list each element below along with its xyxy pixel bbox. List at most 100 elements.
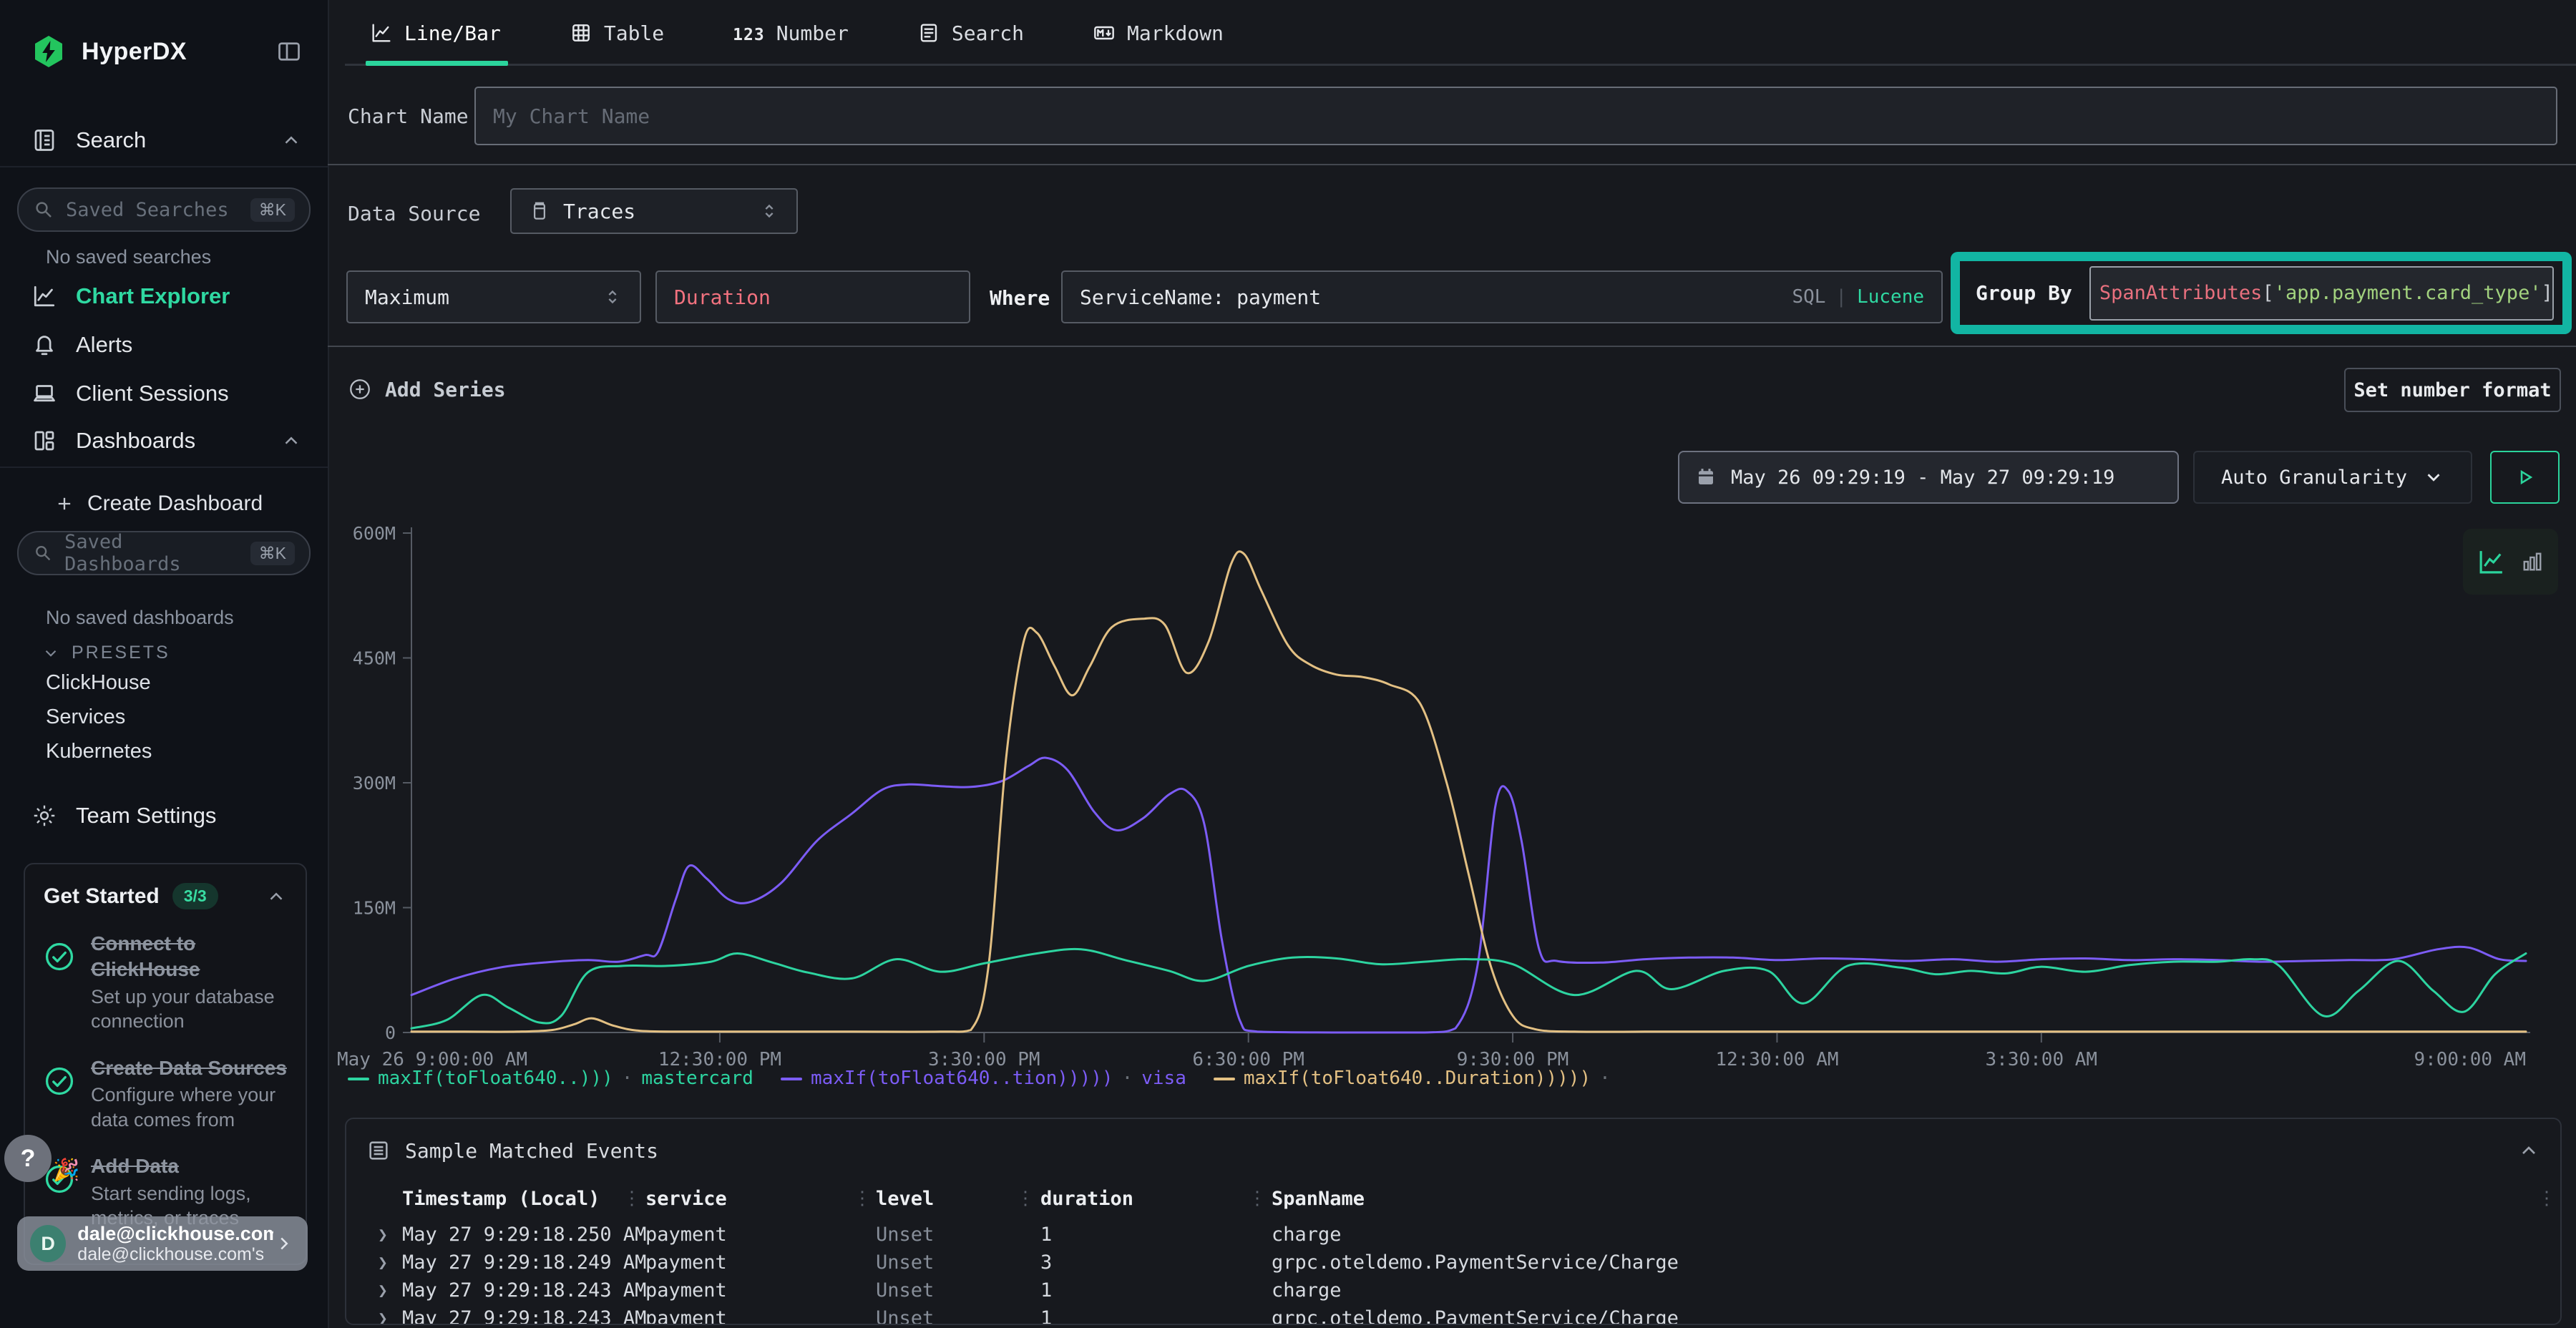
sidebar-item-alerts[interactable]: Alerts [0, 322, 328, 368]
sidebar-section-search[interactable]: Search [31, 119, 302, 162]
add-series-button[interactable]: Add Series [348, 369, 506, 409]
lang-divider: | [1835, 286, 1847, 308]
saved-dashboards-placeholder: Saved Dashboards [64, 531, 239, 575]
legend-entry[interactable]: maxIf(toFloat640..tion)))))·visa [781, 1068, 1186, 1089]
preset-clickhouse[interactable]: ClickHouse [46, 671, 151, 695]
journal-icon [31, 127, 57, 153]
legend-entry[interactable]: maxIf(toFloat640..)))·mastercard [348, 1068, 753, 1089]
column-drag-handle-icon[interactable]: ⋮ [1248, 1188, 1267, 1209]
expand-row-icon[interactable]: ❯ [378, 1226, 388, 1244]
table-cell[interactable]: May 27 9:29:18.243 AM [402, 1279, 646, 1302]
column-header-timestamp-local-[interactable]: Timestamp (Local) [402, 1188, 600, 1210]
table-cell: 1 [1040, 1307, 1052, 1325]
tab-search[interactable]: Search [917, 0, 1024, 66]
sidebar-item-client-sessions[interactable]: Client Sessions [0, 371, 328, 416]
expand-row-icon[interactable]: ❯ [378, 1254, 388, 1272]
timeseries-chart[interactable]: 600M450M300M150M0May 26 9:00:00 AM12:30:… [328, 501, 2576, 1082]
chart-name-input[interactable]: My Chart Name [474, 87, 2557, 145]
date-range-input[interactable]: May 26 09:29:19 - May 27 09:29:19 [1678, 451, 2179, 504]
set-number-format-button[interactable]: Set number format [2344, 368, 2561, 412]
search-icon [33, 199, 54, 220]
legend-swatch [781, 1078, 802, 1080]
sql-mode-toggle[interactable]: SQL [1792, 286, 1825, 308]
column-drag-handle-icon[interactable]: ⋮ [853, 1188, 872, 1209]
chevron-up-icon [280, 430, 302, 451]
column-header-duration[interactable]: duration [1040, 1188, 1133, 1210]
user-org: dale@clickhouse.com's [77, 1244, 273, 1264]
presets-label: PRESETS [72, 643, 170, 663]
chevron-right-icon [273, 1233, 295, 1254]
doc-icon [917, 21, 940, 44]
expand-row-icon[interactable]: ❯ [378, 1281, 388, 1300]
chevron-up-icon[interactable] [265, 886, 287, 907]
divider [0, 166, 328, 167]
tab-table[interactable]: Table [570, 0, 664, 66]
chart-axes [411, 527, 2530, 1032]
laptop-icon [31, 381, 57, 406]
presets-header[interactable]: PRESETS [42, 643, 170, 663]
divider [328, 346, 2576, 347]
dashboards-section-label: Dashboards [76, 428, 195, 454]
table-cell[interactable]: May 27 9:29:18.250 AM [402, 1224, 646, 1246]
user-email: dale@clickhouse.com [77, 1223, 273, 1244]
collapse-sidebar-icon[interactable] [276, 39, 302, 64]
series-line-mastercard [411, 949, 2526, 1028]
shortcut-badge: ⌘K [250, 198, 295, 222]
column-drag-handle-icon[interactable]: ⋮ [623, 1188, 641, 1209]
saved-searches-input[interactable]: Saved Searches ⌘K [17, 187, 311, 232]
run-query-button[interactable] [2490, 451, 2560, 504]
table-cell: charge [1272, 1224, 1342, 1246]
column-header-spanname[interactable]: SpanName [1272, 1188, 1365, 1210]
get-started-progress-badge: 3/3 [172, 883, 218, 909]
gear-icon [31, 803, 57, 829]
create-dashboard-button[interactable]: Create Dashboard [54, 485, 263, 522]
chart-name-placeholder: My Chart Name [493, 104, 650, 128]
legend-group: visa [1141, 1068, 1186, 1089]
sidebar-section-dashboards[interactable]: Dashboards [31, 419, 302, 462]
group-by-input[interactable]: SpanAttributes['app.payment.card_type'] [2089, 266, 2554, 321]
data-source-select[interactable]: Traces [510, 188, 798, 234]
y-tick-label: 300M [353, 773, 396, 794]
table-cell: payment [645, 1224, 727, 1246]
table-cell: grpc.oteldemo.PaymentService/Charge [1272, 1251, 1679, 1274]
calendar-icon [1695, 467, 1717, 488]
data-source-value: Traces [563, 200, 635, 223]
group-by-string: 'app.payment.card_type' [2274, 282, 2542, 304]
lucene-mode-toggle[interactable]: Lucene [1857, 286, 1924, 308]
preset-kubernetes[interactable]: Kubernetes [46, 740, 152, 763]
group-by-bracket: ] [2542, 282, 2553, 304]
tab-markdown[interactable]: Markdown [1093, 0, 1224, 66]
legend-swatch [1214, 1078, 1235, 1080]
check-circle-icon [44, 1065, 75, 1097]
events-table: Timestamp (Local) service level duration Spa… [346, 1119, 2560, 1324]
search-icon [33, 542, 53, 564]
help-button[interactable]: ? [4, 1135, 52, 1182]
get-started-item[interactable]: Create Data Sources Configure where your… [44, 1055, 287, 1132]
chart-legend: maxIf(toFloat640..)))·mastercard maxIf(to… [348, 1068, 1619, 1089]
aggregation-select[interactable]: Maximum [346, 270, 641, 323]
sidebar-item-chart-explorer[interactable]: Chart Explorer [0, 273, 328, 319]
user-menu[interactable]: D dale@clickhouse.com dale@clickhouse.co… [17, 1216, 308, 1271]
tab-line-bar[interactable]: Line/Bar [370, 0, 501, 66]
team-settings-item[interactable]: Team Settings [31, 794, 302, 837]
field-input[interactable]: Duration [655, 270, 970, 323]
tab-label: Table [604, 21, 664, 45]
preset-services[interactable]: Services [46, 706, 125, 729]
tab-number[interactable]: 123Number [733, 0, 849, 66]
get-started-item[interactable]: Connect to ClickHouse Set up your databa… [44, 931, 287, 1034]
granularity-select[interactable]: Auto Granularity [2193, 451, 2472, 504]
expand-row-icon[interactable]: ❯ [378, 1309, 388, 1325]
confetti-emoji: 🎉 [53, 1158, 79, 1183]
table-cell: payment [645, 1307, 727, 1325]
legend-entry[interactable]: maxIf(toFloat640..Duration)))))· [1214, 1068, 1619, 1089]
column-drag-handle-icon[interactable]: ⋮ [1016, 1188, 1035, 1209]
column-header-service[interactable]: service [645, 1188, 727, 1210]
where-input[interactable]: ServiceName: payment SQL | Lucene [1061, 270, 1943, 323]
table-cell[interactable]: May 27 9:29:18.243 AM [402, 1307, 646, 1325]
md-icon [1093, 21, 1116, 44]
column-drag-handle-icon[interactable]: ⋮ [2537, 1188, 2556, 1209]
column-header-level[interactable]: level [876, 1188, 934, 1210]
sidebar-item-label: Client Sessions [76, 381, 229, 406]
table-cell[interactable]: May 27 9:29:18.249 AM [402, 1251, 646, 1274]
saved-dashboards-input[interactable]: Saved Dashboards ⌘K [17, 531, 311, 575]
